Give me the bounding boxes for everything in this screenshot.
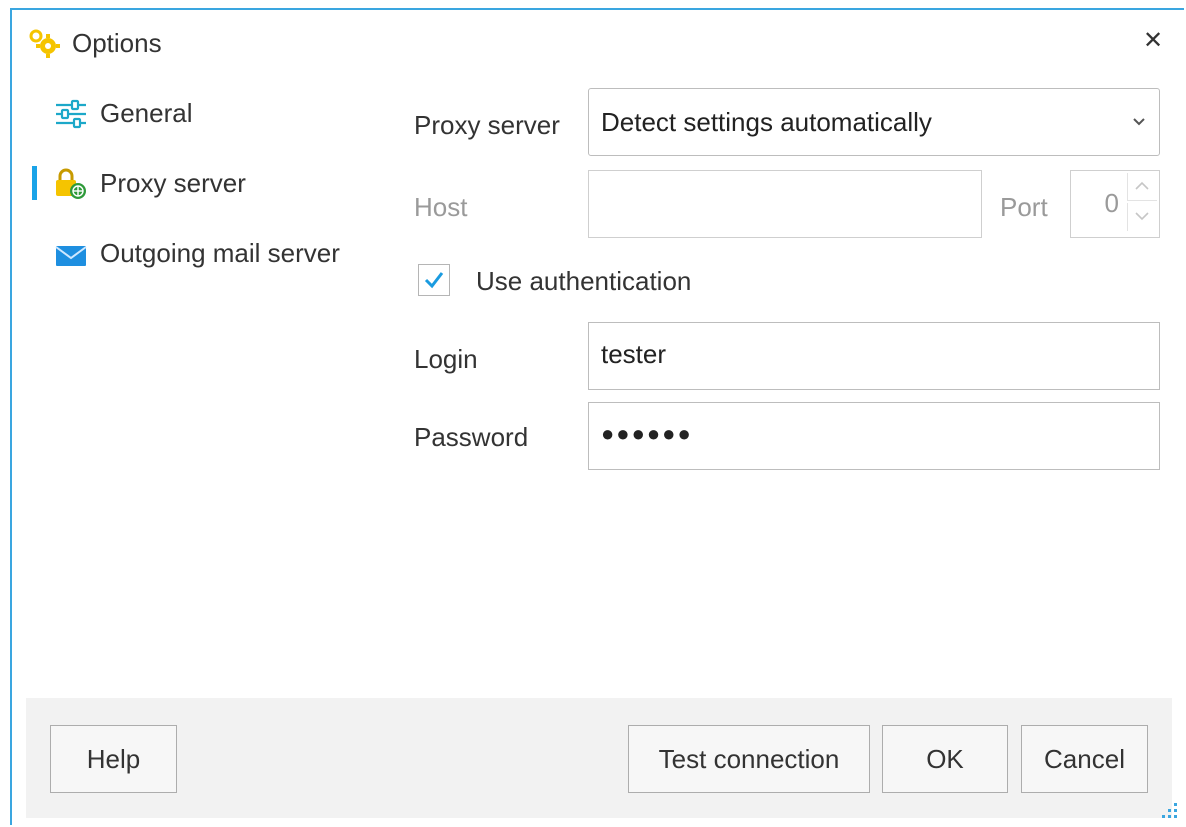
spin-up-button[interactable] [1127, 173, 1157, 201]
password-field[interactable]: ●●●●●● [588, 402, 1160, 470]
gears-icon [28, 28, 62, 58]
host-field[interactable] [588, 170, 982, 238]
close-icon[interactable]: ✕ [1136, 24, 1170, 58]
host-label: Host [414, 192, 468, 222]
sidebar-item-label: Proxy server [100, 168, 246, 198]
proxy-server-label: Proxy server [414, 110, 560, 140]
sidebar-item-proxy-server[interactable]: Proxy server [12, 162, 392, 206]
envelope-icon [54, 238, 88, 270]
ok-button[interactable]: OK [882, 725, 1008, 793]
sidebar-item-label: Outgoing mail server [100, 238, 340, 268]
sidebar-item-label: General [100, 98, 193, 128]
chevron-down-icon [1129, 111, 1149, 131]
resize-grip-icon[interactable] [1158, 799, 1180, 821]
port-label: Port [1000, 192, 1048, 222]
spin-down-button[interactable] [1127, 203, 1157, 231]
use-authentication-checkbox[interactable] [418, 264, 450, 296]
port-value: 0 [1104, 188, 1119, 218]
sliders-icon [54, 98, 88, 130]
options-dialog: Options ✕ General Proxy server Outgoing … [10, 8, 1184, 825]
proxy-server-dropdown[interactable]: Detect settings automatically [588, 88, 1160, 156]
selection-indicator [32, 166, 37, 200]
port-stepper[interactable]: 0 [1070, 170, 1160, 238]
password-label: Password [414, 422, 529, 452]
title-bar: Options ✕ [12, 10, 1184, 70]
cancel-button[interactable]: Cancel [1021, 725, 1148, 793]
login-field[interactable]: tester [588, 322, 1160, 390]
sidebar-item-general[interactable]: General [12, 92, 392, 136]
help-button[interactable]: Help [50, 725, 177, 793]
checkmark-icon [424, 272, 444, 289]
test-connection-button[interactable]: Test connection [628, 725, 870, 793]
login-label: Login [414, 344, 478, 374]
dialog-footer: Help Test connection OK Cancel [26, 698, 1172, 818]
window-title: Options [72, 28, 162, 58]
use-authentication-label[interactable]: Use authentication [476, 266, 691, 297]
lock-globe-icon [54, 168, 88, 200]
sidebar-item-outgoing-mail-server[interactable]: Outgoing mail server [12, 232, 392, 276]
proxy-server-value: Detect settings automatically [601, 107, 932, 137]
